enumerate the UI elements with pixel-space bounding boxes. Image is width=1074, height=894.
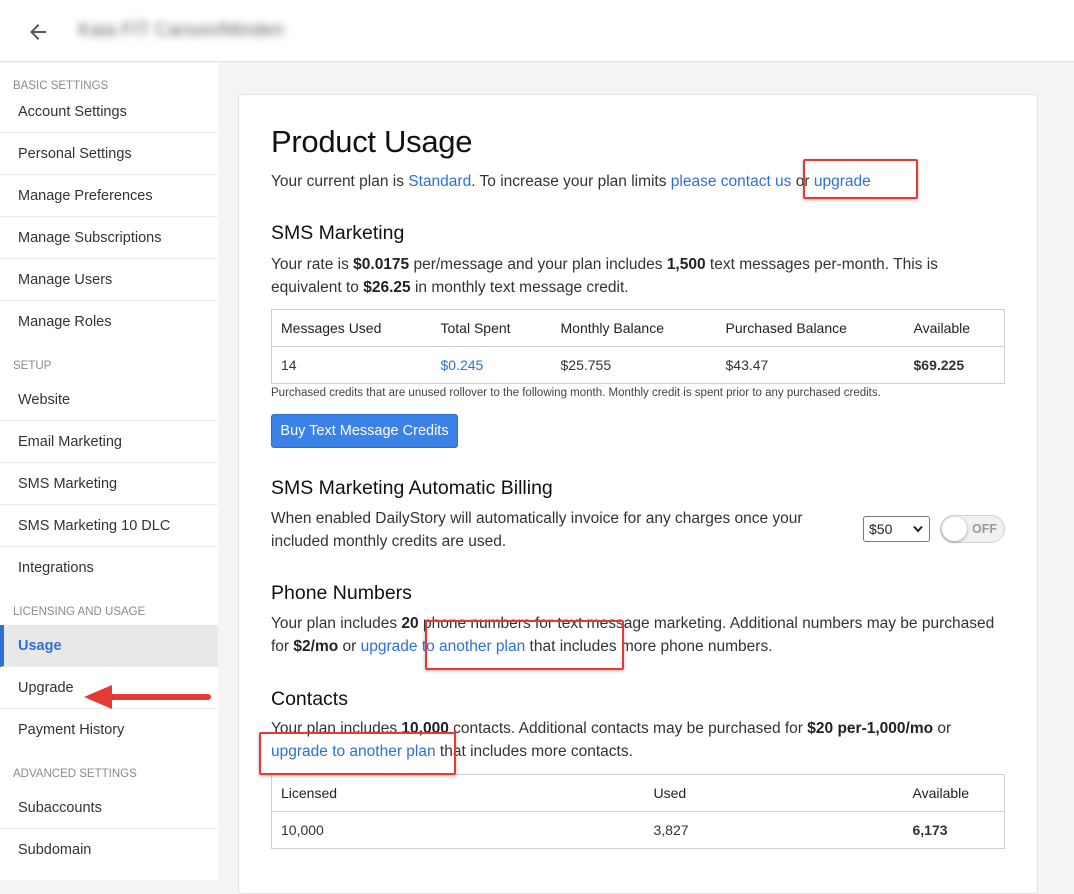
page-title: Product Usage [271,124,473,159]
sidebar-item-manage-users[interactable]: Manage Users [0,259,218,301]
header-total-spent: Total Spent [431,309,552,347]
sidebar-item-account-settings[interactable]: Account Settings [0,91,218,133]
cell-available: $69.225 [913,357,965,373]
header-licensed: Licensed [271,774,645,812]
header-used: Used [644,774,904,812]
account-name: Kaia FIT Carson/Minden [78,20,284,41]
plan-link[interactable]: Standard [408,173,471,190]
cell-licensed: 10,000 [281,822,324,838]
header-purchased-balance: Purchased Balance [716,309,905,347]
header-available: Available [903,774,1005,812]
cell-purchased-balance: $43.47 [725,357,769,373]
automatic-billing-heading: SMS Marketing Automatic Billing [271,477,553,499]
cell-total-spent[interactable]: $0.245 [432,347,552,384]
settings-sidebar: BASIC SETTINGS Account Settings Personal… [0,63,218,880]
contacts-text: Your plan includes 10,000 contacts. Addi… [271,720,952,760]
header-messages-used: Messages Used [271,309,432,347]
sidebar-item-manage-subscriptions[interactable]: Manage Subscriptions [0,217,218,259]
header-monthly-balance: Monthly Balance [551,309,717,347]
sms-marketing-heading: SMS Marketing [271,222,405,244]
sidebar-section-advanced: ADVANCED SETTINGS [13,768,137,780]
sidebar-item-integrations[interactable]: Integrations [0,547,218,589]
cell-available: 6,173 [912,822,948,838]
cell-messages-used: 14 [281,357,297,373]
top-bar: Kaia FIT Carson/Minden [0,0,1074,62]
rollover-note: Purchased credits that are unused rollov… [271,387,881,399]
sidebar-item-sms-marketing-10dlc[interactable]: SMS Marketing 10 DLC [0,505,218,547]
sidebar-item-payment-history[interactable]: Payment History [0,709,218,751]
buy-text-message-credits-button[interactable]: Buy Text Message Credits [271,414,458,448]
annotation-arrow [84,685,211,709]
header-available: Available [904,309,1005,347]
sidebar-section-licensing: LICENSING AND USAGE [13,606,146,618]
sidebar-section-setup: SETUP [13,360,52,372]
phone-numbers-heading: Phone Numbers [271,582,412,604]
phone-upgrade-link[interactable]: upgrade to another plan [361,638,526,655]
sidebar-item-email-marketing[interactable]: Email Marketing [0,421,218,463]
billing-amount-select[interactable]: $50 [863,516,930,542]
toggle-label: OFF [972,522,997,536]
billing-text: When enabled DailyStory will automatical… [271,510,803,550]
table-row: 10,000 3,827 6,173 [272,812,1005,849]
plan-line: Your current plan is Standard. To increa… [271,173,871,190]
sidebar-item-manage-roles[interactable]: Manage Roles [0,301,218,343]
upgrade-link[interactable]: upgrade [814,173,871,190]
table-row: 14 $0.245 $25.755 $43.47 $69.225 [272,347,1005,384]
sidebar-section-basic-settings: BASIC SETTINGS [13,80,109,92]
sidebar-item-manage-preferences[interactable]: Manage Preferences [0,175,218,217]
contact-us-link[interactable]: please contact us [671,173,792,190]
phone-numbers-text: Your plan includes 20 phone numbers for … [271,615,995,655]
sidebar-item-sms-marketing[interactable]: SMS Marketing [0,463,218,505]
cell-monthly-balance: $25.755 [560,357,612,373]
table-header-row: Messages Used Total Spent Monthly Balanc… [271,309,1005,347]
contacts-heading: Contacts [271,688,348,710]
automatic-billing-toggle[interactable]: OFF [940,515,1005,543]
cell-used: 3,827 [653,822,689,838]
sidebar-item-subdomain[interactable]: Subdomain [0,829,218,871]
sidebar-item-website[interactable]: Website [0,379,218,421]
chevron-down-icon [913,525,923,533]
sidebar-item-subaccounts[interactable]: Subaccounts [0,787,218,829]
sms-rate-text: Your rate is $0.0175 per/message and you… [271,256,938,296]
arrow-left-icon[interactable] [26,20,50,44]
contacts-upgrade-link[interactable]: upgrade to another plan [271,743,436,760]
sidebar-item-usage[interactable]: Usage [0,625,218,667]
sms-usage-table: Messages Used Total Spent Monthly Balanc… [271,309,1005,384]
table-header-row: Licensed Used Available [271,774,1005,812]
toggle-knob [942,517,967,541]
contacts-table: Licensed Used Available 10,000 3,827 6,1… [271,774,1005,849]
sidebar-item-personal-settings[interactable]: Personal Settings [0,133,218,175]
